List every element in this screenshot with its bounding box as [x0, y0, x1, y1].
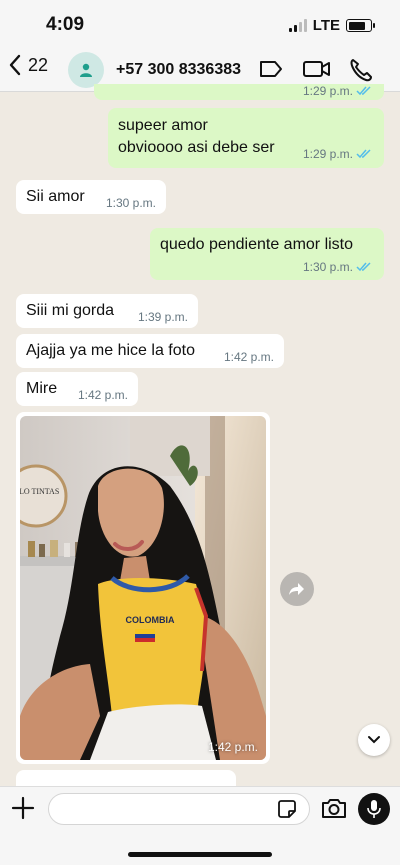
message-outgoing[interactable]: 1:29 p.m. [94, 84, 384, 100]
signal-icon [288, 19, 307, 32]
message-time: 1:42 p.m. [77, 388, 128, 402]
network-label: LTE [312, 17, 340, 34]
message-text: obvioooo asi debe ser [118, 139, 275, 156]
message-photo[interactable]: SOLO TINTAS COLOMBIA 1:42 p.m. [16, 412, 270, 764]
battery-icon [346, 19, 375, 32]
message-time: 1:29 p.m. [302, 147, 353, 161]
message-text: Sii amor [26, 188, 85, 205]
status-bar: 4:09 LTE [0, 0, 400, 48]
status-indicators: LTE [288, 17, 375, 34]
selfie-illustration: SOLO TINTAS COLOMBIA [20, 416, 266, 760]
back-button[interactable]: 22 [8, 54, 48, 76]
phone-icon[interactable] [348, 57, 374, 83]
read-ticks-icon [356, 262, 371, 272]
video-icon[interactable] [302, 57, 332, 81]
plus-icon[interactable] [10, 795, 36, 821]
read-ticks-icon [356, 86, 371, 96]
message-incoming[interactable]: Siii mi gorda 1:39 p.m. [16, 294, 198, 328]
label-icon[interactable] [258, 57, 284, 81]
photo[interactable]: SOLO TINTAS COLOMBIA 1:42 p.m. [20, 416, 266, 760]
message-incoming[interactable]: Sii amor 1:30 p.m. [16, 180, 166, 214]
message-time: 1:39 p.m. [137, 310, 188, 324]
avatar[interactable] [68, 52, 104, 88]
message-time: 1:42 p.m. [223, 350, 274, 364]
message-text: Ajajja ya me hice la foto [26, 342, 195, 359]
message-text: supeer amor [118, 117, 208, 134]
message-time: 1:30 p.m. [105, 196, 156, 210]
forward-button[interactable] [280, 572, 314, 606]
chevron-left-icon [9, 54, 21, 76]
status-time: 4:09 [46, 14, 85, 35]
read-ticks-icon [356, 149, 371, 159]
shirt-text: COLOMBIA [126, 615, 175, 625]
scroll-to-bottom-button[interactable] [358, 724, 390, 756]
message-incoming[interactable]: Ajajja ya me hice la foto 1:42 p.m. [16, 334, 284, 368]
message-text: Siii mi gorda [26, 302, 115, 319]
message-text: quedo pendiente amor listo [160, 236, 354, 253]
forward-icon [289, 583, 304, 595]
message-time: 1:42 p.m. [207, 740, 258, 754]
mic-icon [367, 800, 381, 818]
contact-name[interactable]: +57 300 8336383 [116, 61, 241, 79]
camera-icon[interactable] [320, 796, 348, 820]
message-outgoing[interactable]: supeer amor obvioooo asi debe ser 1:29 p… [108, 108, 384, 168]
message-time: 1:30 p.m. [302, 260, 353, 274]
message-outgoing[interactable]: quedo pendiente amor listo 1:30 p.m. [150, 228, 384, 280]
person-icon [80, 63, 92, 77]
mic-button[interactable] [358, 793, 390, 825]
sticker-icon[interactable] [276, 798, 298, 820]
message-text: Mire [26, 380, 58, 397]
message-incoming[interactable]: Mire 1:42 p.m. [16, 372, 138, 406]
chevron-down-icon [368, 736, 380, 744]
unread-count: 22 [28, 54, 49, 75]
mirror-text: SOLO TINTAS [20, 487, 59, 496]
home-indicator [128, 852, 272, 857]
message-input[interactable] [48, 793, 310, 825]
message-time: 1:29 p.m. [302, 84, 353, 98]
